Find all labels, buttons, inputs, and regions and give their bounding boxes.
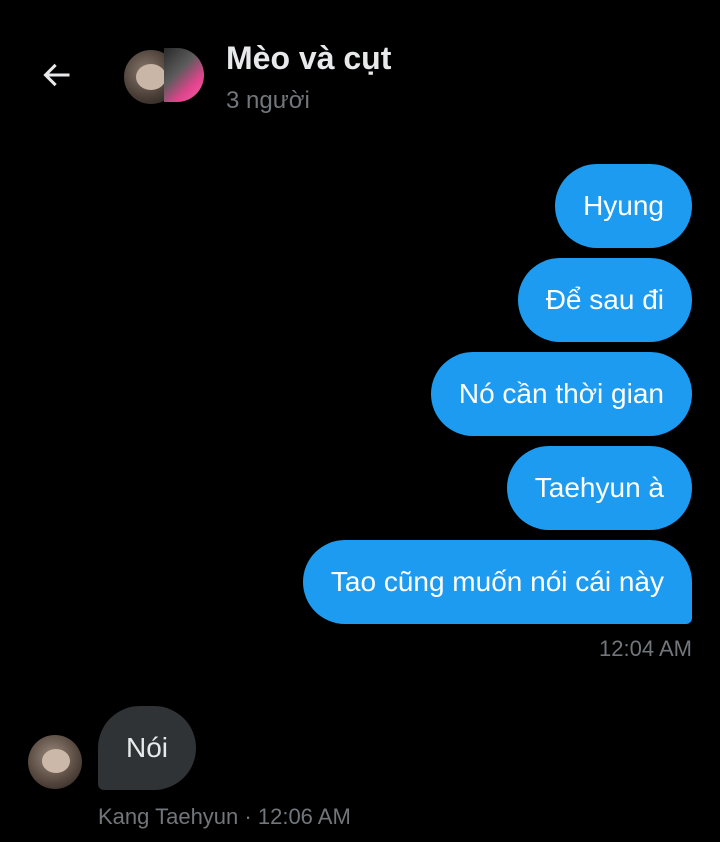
message-timestamp: 12:04 AM — [599, 636, 692, 661]
meta-separator: · — [244, 804, 252, 829]
outgoing-message-bubble[interactable]: Nó cần thời gian — [430, 352, 692, 436]
message-list: Hyung Để sau đi Nó cần thời gian Taehyun… — [0, 0, 720, 842]
incoming-message-meta: Kang Taehyun · 12:06 AM — [98, 804, 351, 830]
message-time: 12:06 AM — [257, 804, 351, 829]
sender-avatar[interactable] — [28, 735, 82, 789]
outgoing-message-bubble[interactable]: Hyung — [555, 164, 692, 248]
outgoing-message-bubble[interactable]: Taehyun à — [506, 446, 692, 530]
outgoing-message-bubble[interactable]: Tao cũng muốn nói cái này — [302, 540, 692, 624]
outgoing-message-bubble[interactable]: Để sau đi — [517, 258, 692, 342]
sender-name[interactable]: Kang Taehyun — [98, 804, 238, 829]
incoming-message-bubble[interactable]: Nói — [98, 706, 197, 790]
